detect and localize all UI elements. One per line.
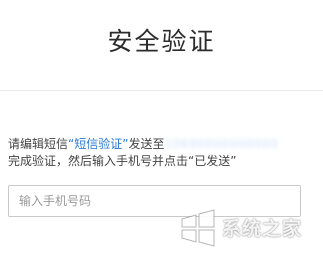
sms-instruction: 请编辑短信“短信验证”发送至10690000000000 完成验证，然后输入手机… [8,136,313,170]
instruction-text-3: 完成验证，然后输入手机号并点击 [8,154,189,168]
sent-label: “已发送” [188,154,237,168]
sms-keyword: 短信验证 [74,137,123,151]
instruction-text-2: 发送至 [128,137,165,151]
masked-phone-number: 10690000000000 [164,137,279,151]
watermark-text: 系统之家 [222,218,303,240]
header: 安全验证 [0,0,323,91]
phone-number-input[interactable] [8,185,301,217]
instruction-text-1: 请编辑短信 [8,137,69,151]
page-title: 安全验证 [107,27,216,56]
